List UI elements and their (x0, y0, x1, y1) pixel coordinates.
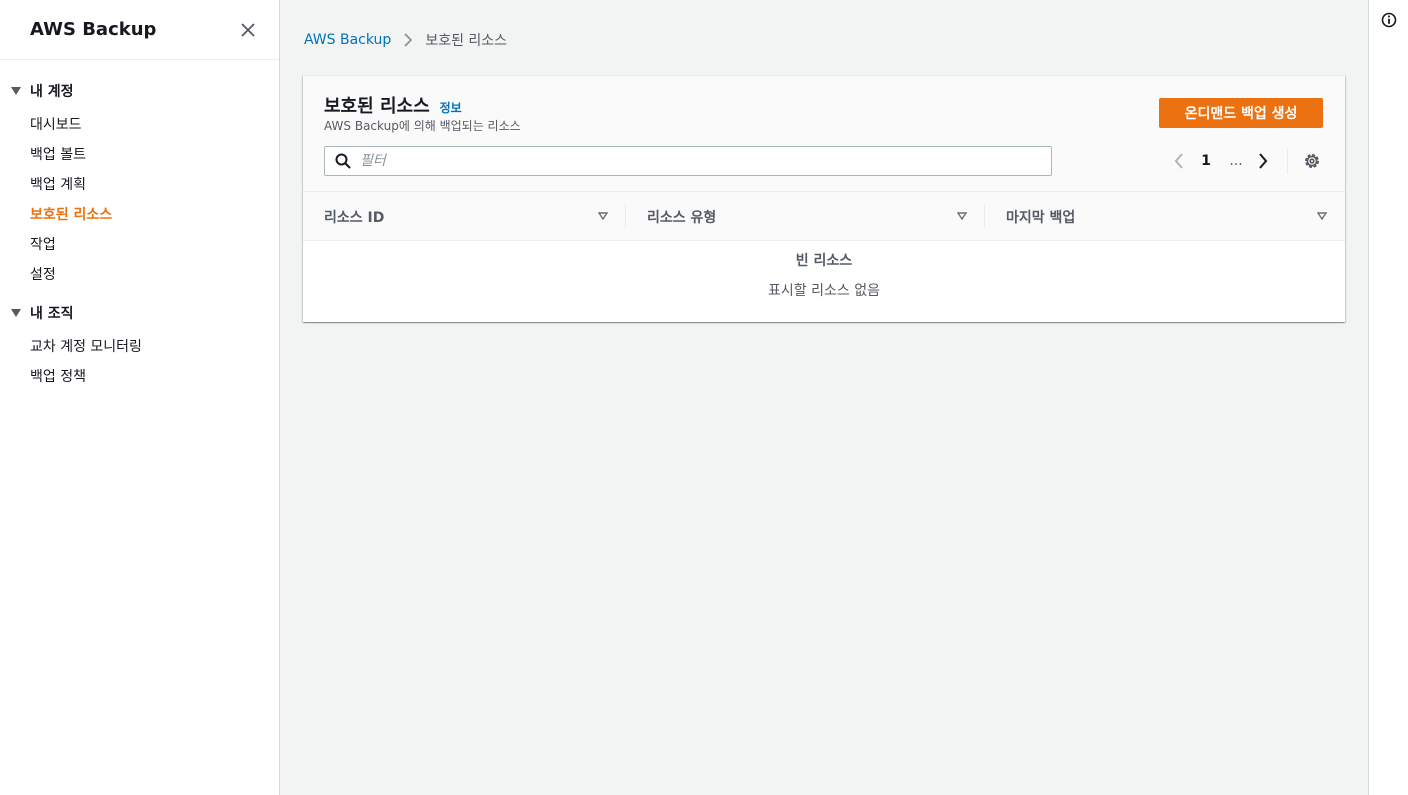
column-header-last-backup[interactable]: 마지막 백업 (985, 192, 1345, 241)
sidebar-title: AWS Backup (30, 19, 157, 40)
panel-description: AWS Backup에 의해 백업되는 리소스 (324, 119, 521, 133)
sort-down-icon (957, 212, 967, 220)
empty-state-message: 표시할 리소스 없음 (768, 283, 880, 299)
breadcrumb: AWS Backup 보호된 리소스 (304, 30, 507, 50)
create-on-demand-backup-button[interactable]: 온디맨드 백업 생성 (1159, 98, 1323, 128)
pagination-ellipsis: ... (1229, 153, 1243, 169)
breadcrumb-root-link[interactable]: AWS Backup (304, 32, 391, 48)
tools-rail (1368, 0, 1408, 795)
sort-down-icon (598, 212, 608, 220)
sort-down-icon (1317, 212, 1327, 220)
empty-state-title: 빈 리소스 (795, 253, 853, 269)
empty-state: 빈 리소스 표시할 리소스 없음 (303, 241, 1345, 301)
search-icon (335, 153, 351, 169)
column-header-label: 리소스 유형 (647, 209, 717, 226)
column-header-label: 리소스 ID (324, 209, 385, 226)
nav-section-my-account[interactable]: 내 계정 (0, 80, 279, 102)
caret-down-icon (11, 309, 21, 317)
nav-group-my-account: 내 계정 대시보드 백업 볼트 백업 계획 보호된 리소스 작업 설정 (0, 80, 279, 290)
table-header: 리소스 ID 리소스 유형 마지막 백업 (303, 192, 1345, 241)
nav-group-my-organization: 내 조직 교차 계정 모니터링 백업 정책 (0, 302, 279, 392)
protected-resources-panel: 보호된 리소스 정보 AWS Backup에 의해 백업되는 리소스 온디맨드 … (303, 75, 1345, 322)
pagination: 1 ... (1167, 149, 1275, 173)
sidebar-item-protected-resources[interactable]: 보호된 리소스 (0, 200, 279, 230)
previous-page-button[interactable] (1167, 149, 1191, 173)
page-number-1[interactable]: 1 (1191, 153, 1221, 169)
column-header-resource-id[interactable]: 리소스 ID (303, 192, 626, 241)
panel-header: 보호된 리소스 정보 AWS Backup에 의해 백업되는 리소스 온디맨드 … (303, 76, 1345, 192)
sidebar-item-backup-policies[interactable]: 백업 정책 (0, 362, 279, 392)
pager-divider (1287, 148, 1288, 174)
panel-title-row: 보호된 리소스 정보 (324, 92, 462, 118)
sidebar: AWS Backup 내 계정 대시보드 백업 볼트 백업 계획 보호된 리소스… (0, 0, 280, 795)
chevron-right-icon (1259, 153, 1268, 169)
nav-section-label: 내 계정 (30, 84, 74, 100)
chevron-left-icon (1174, 153, 1183, 169)
gear-icon (1305, 154, 1319, 168)
info-icon[interactable] (1381, 12, 1397, 28)
sidebar-header: AWS Backup (0, 0, 279, 60)
next-page-button[interactable] (1251, 149, 1275, 173)
column-header-resource-type[interactable]: 리소스 유형 (626, 192, 985, 241)
sidebar-item-settings[interactable]: 설정 (0, 260, 279, 290)
info-link[interactable]: 정보 (440, 99, 462, 116)
sidebar-item-cross-account-monitoring[interactable]: 교차 계정 모니터링 (0, 332, 279, 362)
filter-search-box (324, 146, 1052, 176)
sidebar-item-backup-vaults[interactable]: 백업 볼트 (0, 140, 279, 170)
caret-down-icon (11, 87, 21, 95)
main-content: AWS Backup 보호된 리소스 보호된 리소스 정보 AWS Backup… (281, 0, 1368, 795)
nav-section-label: 내 조직 (30, 306, 74, 322)
sidebar-nav: 내 계정 대시보드 백업 볼트 백업 계획 보호된 리소스 작업 설정 내 조직… (0, 60, 279, 392)
breadcrumb-current: 보호된 리소스 (425, 33, 508, 49)
close-sidebar-button[interactable] (239, 21, 257, 39)
chevron-right-icon (403, 33, 413, 47)
nav-section-my-organization[interactable]: 내 조직 (0, 302, 279, 324)
sidebar-item-dashboard[interactable]: 대시보드 (0, 110, 279, 140)
column-header-label: 마지막 백업 (1006, 209, 1076, 226)
page-title: 보호된 리소스 (324, 96, 430, 117)
close-icon (241, 22, 255, 37)
sidebar-item-backup-plans[interactable]: 백업 계획 (0, 170, 279, 200)
table-settings-button[interactable] (1301, 150, 1323, 172)
sidebar-item-jobs[interactable]: 작업 (0, 230, 279, 260)
filter-input[interactable] (360, 153, 1020, 169)
